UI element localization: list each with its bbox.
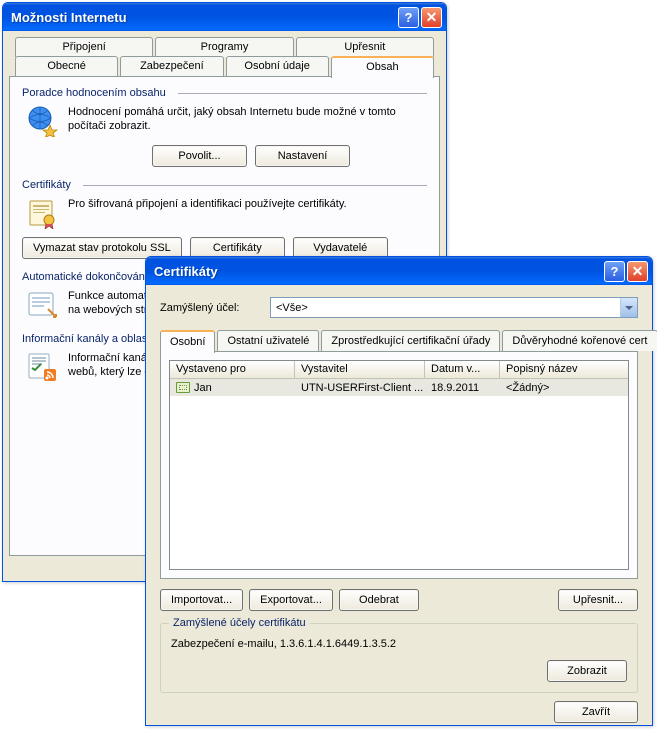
close-button[interactable]: ✕ bbox=[421, 7, 442, 28]
certificates-dialog: Certifikáty ? ✕ Zamýšlený účel: <Vše> Os… bbox=[145, 256, 653, 726]
tab-privacy[interactable]: Osobní údaje bbox=[226, 56, 329, 76]
tab-personal[interactable]: Osobní bbox=[160, 330, 215, 353]
form-icon bbox=[26, 289, 58, 321]
help-icon: ? bbox=[405, 10, 413, 25]
col-issued-to[interactable]: Vystaveno pro bbox=[170, 361, 295, 378]
divider bbox=[83, 185, 427, 186]
cell-issuer: UTN-USERFirst-Client ... bbox=[295, 381, 425, 395]
advanced-button[interactable]: Upřesnit... bbox=[558, 589, 638, 611]
close-dialog-button[interactable]: Zavřít bbox=[554, 701, 638, 723]
import-button[interactable]: Importovat... bbox=[160, 589, 243, 611]
window-title: Možnosti Internetu bbox=[11, 10, 396, 25]
col-friendly-name[interactable]: Popisný název bbox=[500, 361, 628, 378]
section-autocomplete-title: Automatické dokončování bbox=[22, 271, 148, 283]
close-icon: ✕ bbox=[426, 10, 438, 24]
tab-content[interactable]: Obsah bbox=[331, 56, 434, 78]
tab-intermediate-ca[interactable]: Zprostředkující certifikační úřady bbox=[321, 330, 500, 351]
settings-button[interactable]: Nastavení bbox=[255, 145, 350, 167]
divider bbox=[178, 93, 427, 94]
certificate-icon bbox=[26, 197, 58, 229]
certificate-small-icon bbox=[176, 382, 190, 393]
view-button[interactable]: Zobrazit bbox=[547, 660, 627, 682]
globe-star-icon bbox=[26, 105, 58, 137]
feed-icon bbox=[26, 351, 58, 383]
remove-button[interactable]: Odebrat bbox=[339, 589, 419, 611]
section-content-advisor-title: Poradce hodnocením obsahu bbox=[22, 87, 166, 99]
cert-purposes-text: Zabezpečení e-mailu, 1.3.6.1.4.1.6449.1.… bbox=[171, 638, 627, 650]
tab-advanced[interactable]: Upřesnit bbox=[296, 37, 434, 57]
cell-friendly: <Žádný> bbox=[500, 381, 628, 395]
col-issuer[interactable]: Vystavitel bbox=[295, 361, 425, 378]
enable-button[interactable]: Povolit... bbox=[152, 145, 247, 167]
export-button[interactable]: Exportovat... bbox=[249, 589, 333, 611]
cert-window-title: Certifikáty bbox=[154, 264, 602, 279]
purpose-combobox[interactable]: <Vše> bbox=[270, 297, 638, 318]
tab-connections[interactable]: Připojení bbox=[15, 37, 153, 57]
close-icon: ✕ bbox=[632, 264, 644, 278]
cell-expires: 18.9.2011 bbox=[425, 381, 500, 395]
group-title: Zamýšlené účely certifikátu bbox=[169, 617, 310, 629]
certificate-list-panel: Vystaveno pro Vystavitel Datum v... Popi… bbox=[160, 351, 638, 579]
cert-help-button[interactable]: ? bbox=[604, 261, 625, 282]
help-button[interactable]: ? bbox=[398, 7, 419, 28]
col-expires[interactable]: Datum v... bbox=[425, 361, 500, 378]
section-certificates-title: Certifikáty bbox=[22, 179, 71, 191]
help-icon: ? bbox=[611, 264, 619, 279]
cell-issued-to: Jan bbox=[194, 382, 212, 394]
tab-programs[interactable]: Programy bbox=[155, 37, 293, 57]
cert-purposes-group: Zamýšlené účely certifikátu Zabezpečení … bbox=[160, 623, 638, 693]
cert-close-button[interactable]: ✕ bbox=[627, 261, 648, 282]
titlebar: Možnosti Internetu ? ✕ bbox=[3, 3, 446, 31]
list-header: Vystaveno pro Vystavitel Datum v... Popi… bbox=[170, 361, 628, 379]
purpose-label: Zamýšlený účel: bbox=[160, 302, 260, 314]
chevron-down-icon bbox=[620, 298, 637, 317]
tab-other-people[interactable]: Ostatní uživatelé bbox=[217, 330, 319, 351]
certs-text: Pro šifrovaná připojení a identifikaci p… bbox=[68, 197, 427, 229]
advisor-text: Hodnocení pomáhá určit, jaký obsah Inter… bbox=[68, 105, 427, 137]
tab-trusted-root[interactable]: Důvěryhodné kořenové cert bbox=[502, 330, 657, 351]
tab-general[interactable]: Obecné bbox=[15, 56, 118, 76]
purpose-value: <Vše> bbox=[276, 302, 308, 314]
tab-security[interactable]: Zabezpečení bbox=[120, 56, 223, 76]
certificate-row[interactable]: Jan UTN-USERFirst-Client ... 18.9.2011 <… bbox=[170, 379, 628, 396]
cert-titlebar: Certifikáty ? ✕ bbox=[146, 257, 652, 285]
